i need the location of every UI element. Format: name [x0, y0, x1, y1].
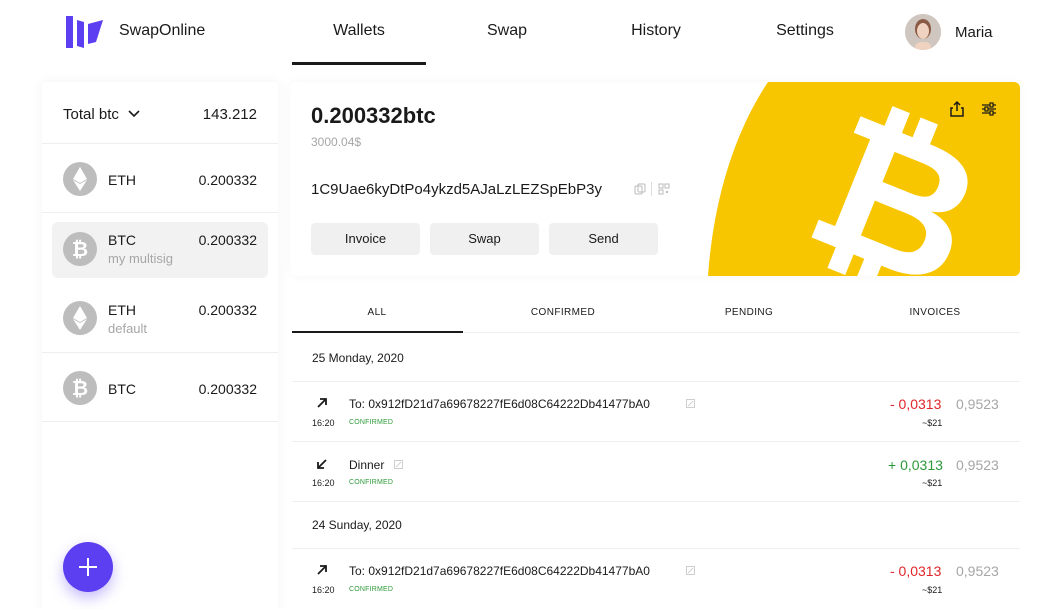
swap-button[interactable]: Swap — [430, 223, 539, 255]
wallet-item-eth-default[interactable]: ETH default 0.200332 — [42, 285, 278, 353]
wallet-amount: 0.200332 — [198, 232, 257, 248]
chevron-down-icon[interactable] — [128, 108, 140, 118]
transaction-balance: 0,9523 — [956, 396, 999, 412]
wallet-coin: ETH — [108, 172, 136, 188]
wallet-balance: 0.200332btc — [311, 103, 436, 128]
transaction-time: 16:20 — [312, 585, 335, 595]
divider — [292, 441, 1020, 442]
transaction-time: 16:20 — [312, 478, 335, 488]
transaction-amount: - 0,0313 — [890, 563, 942, 579]
btc-icon: ₿ — [63, 371, 97, 405]
btc-icon: ₿ — [63, 232, 97, 266]
tab-invoices[interactable]: INVOICES — [850, 307, 1020, 318]
transaction-status: CONFIRMED — [349, 419, 394, 426]
transaction-tabs: ALL CONFIRMED PENDING INVOICES — [292, 293, 1020, 333]
tab-active-indicator — [292, 331, 463, 333]
tab-all[interactable]: ALL — [292, 307, 462, 318]
transaction-status: CONFIRMED — [349, 479, 394, 486]
transaction-status: CONFIRMED — [349, 586, 394, 593]
wallet-coin: ETH — [108, 302, 136, 318]
nav-swap[interactable]: Swap — [440, 22, 574, 40]
send-button[interactable]: Send — [549, 223, 658, 255]
wallet-amount: 0.200332 — [198, 172, 257, 188]
share-icon[interactable] — [949, 100, 965, 118]
wallet-card: ₿ 0.200332btc 3000.04$ 1C9Uae6kyDtPo4ykz… — [290, 82, 1020, 276]
add-wallet-button[interactable] — [63, 542, 113, 592]
wallet-amount: 0.200332 — [198, 302, 257, 318]
arrow-down-left-icon — [317, 459, 327, 469]
bitcoin-decoration-icon: ₿ — [708, 82, 1020, 276]
divider — [292, 548, 1020, 549]
nav-settings[interactable]: Settings — [738, 22, 872, 40]
transaction-balance: 0,9523 — [956, 457, 999, 473]
nav-wallets[interactable]: Wallets — [292, 22, 426, 40]
wallets-sidebar: Total btc 143.212 ETH 0.200332 ₿ BTC my … — [42, 82, 278, 610]
transaction-usd: ~$21 — [922, 585, 943, 595]
date-header: 25 Monday, 2020 — [312, 351, 404, 365]
nav-history[interactable]: History — [589, 22, 723, 40]
brand-name[interactable]: SwapOnline — [119, 22, 205, 40]
svg-text:₿: ₿ — [72, 237, 88, 261]
eth-icon — [63, 301, 97, 335]
plus-icon — [79, 558, 97, 576]
tab-pending[interactable]: PENDING — [664, 307, 834, 318]
wallet-balance-usd: 3000.04$ — [311, 135, 362, 149]
arrow-up-right-icon — [317, 398, 327, 408]
transaction-amount: + 0,0313 — [888, 457, 943, 473]
edit-icon[interactable] — [686, 399, 695, 408]
arrow-up-right-icon — [317, 565, 327, 575]
divider — [292, 501, 1020, 502]
wallet-item-btc-multisig[interactable]: ₿ BTC my multisig 0.200332 — [42, 220, 278, 288]
swaponline-logo-icon[interactable] — [66, 14, 104, 50]
transaction-title: To: 0x912fD21d7a69678227fE6d08C64222Db41… — [349, 564, 650, 578]
wallet-item-eth[interactable]: ETH 0.200332 — [42, 145, 278, 213]
transaction-balance: 0,9523 — [956, 563, 999, 579]
wallet-item-btc[interactable]: ₿ BTC 0.200332 — [42, 354, 278, 422]
edit-icon[interactable] — [394, 460, 403, 469]
edit-icon[interactable] — [686, 566, 695, 575]
copy-icon[interactable] — [634, 183, 646, 195]
total-label: Total btc — [63, 106, 119, 123]
date-header: 24 Sunday, 2020 — [312, 518, 402, 532]
user-name[interactable]: Maria — [955, 24, 993, 41]
settings-sliders-icon[interactable] — [981, 102, 997, 116]
transaction-title: Dinner — [349, 458, 385, 472]
qr-code-icon[interactable] — [658, 183, 670, 195]
nav-active-indicator — [292, 62, 426, 65]
total-balance-row[interactable]: Total btc 143.212 — [42, 82, 278, 144]
wallet-coin: BTC — [108, 381, 136, 397]
eth-icon — [63, 162, 97, 196]
wallet-coin: BTC — [108, 232, 136, 248]
user-avatar[interactable] — [905, 14, 941, 50]
transaction-time: 16:20 — [312, 418, 335, 428]
wallet-subtitle: default — [108, 321, 148, 336]
transaction-title: To: 0x912fD21d7a69678227fE6d08C64222Db41… — [349, 397, 650, 411]
wallet-address[interactable]: 1C9Uae6kyDtPo4ykzd5AJaLzLEZSpEbP3y — [311, 181, 602, 198]
invoice-button[interactable]: Invoice — [311, 223, 420, 255]
divider — [292, 381, 1020, 382]
wallet-subtitle: my multisig — [108, 251, 174, 266]
address-divider — [651, 182, 652, 196]
wallet-amount: 0.200332 — [198, 381, 257, 397]
svg-text:₿: ₿ — [72, 376, 88, 400]
total-value: 143.212 — [202, 106, 257, 123]
transaction-amount: - 0,0313 — [890, 396, 942, 412]
transaction-usd: ~$21 — [922, 478, 943, 488]
avatar-portrait-icon — [905, 14, 941, 50]
transaction-usd: ~$21 — [922, 418, 943, 428]
top-header: SwapOnline Wallets Swap History Settings… — [0, 0, 1064, 66]
tab-confirmed[interactable]: CONFIRMED — [478, 307, 648, 318]
